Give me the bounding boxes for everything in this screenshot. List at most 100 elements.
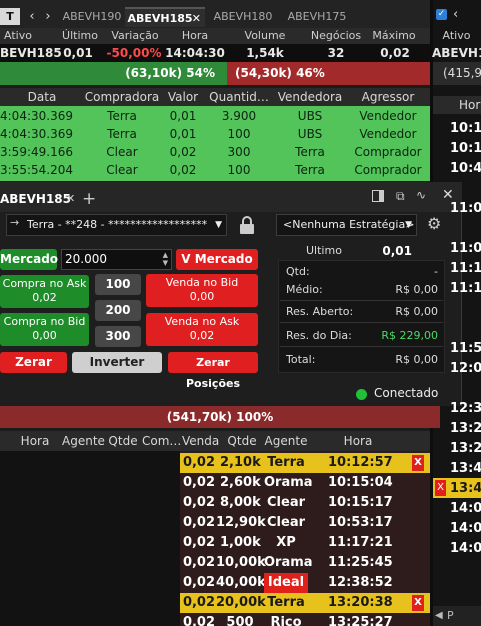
qty-100-button[interactable]: 100	[95, 274, 141, 295]
total-label: Total:	[286, 353, 316, 366]
close-icon[interactable]: ✕	[66, 188, 75, 210]
res-aberto-label: Res. Aberto:	[286, 305, 354, 318]
tab-menu-button[interactable]: T	[0, 8, 20, 25]
trade-quantidade: 3.900	[221, 109, 257, 123]
right-time: 11:1	[450, 281, 481, 296]
stepper-arrows-icon[interactable]: ▲ ▼	[163, 251, 168, 267]
right-chevron-icon[interactable]: ‹	[453, 7, 465, 23]
quote-hora: 14:04:30	[165, 46, 225, 60]
book-qtde: 20,00k	[216, 595, 266, 610]
trade-quantidade: 100	[227, 127, 251, 141]
buy-at-bid-button[interactable]: Compra no Bid 0,00	[0, 313, 89, 346]
book-row[interactable]: 0,02 40,00k Ideal 12:38:52	[180, 573, 430, 593]
tab-abevh175[interactable]: ABEVH175	[281, 7, 353, 27]
zerar-button[interactable]: Zerar	[0, 352, 67, 373]
add-tab-icon[interactable]: +	[82, 188, 96, 210]
book-venda: 0,02	[182, 555, 216, 570]
buy-pressure-label: (63,10k) 54%	[125, 66, 215, 80]
tab-next-button[interactable]: ›	[41, 8, 55, 25]
right-cancel-button[interactable]: X	[435, 480, 446, 496]
buy-at-bid-price: 0,00	[32, 329, 57, 342]
account-value: Terra - **248 - ******************	[27, 218, 208, 231]
gear-icon[interactable]: ⚙	[427, 214, 445, 234]
table-row[interactable]: 4:04:30.369 Terra 0,01 100 UBS Vendedor	[0, 125, 430, 143]
book-agente: Terra	[267, 455, 305, 470]
trade-valor: 0,01	[169, 127, 197, 141]
book-qtde: 12,90k	[216, 515, 266, 530]
col-ativo: Ativo	[4, 29, 32, 42]
trade-data: 3:59:49.166	[0, 145, 73, 159]
qty-200-button[interactable]: 200	[95, 300, 141, 321]
strategy-select[interactable]: <Nenhuma Estratégia> ▼	[276, 214, 417, 236]
qty-300-button[interactable]: 300	[95, 326, 141, 347]
quantity-stepper[interactable]: 20.000 ▲ ▼	[61, 249, 172, 270]
book-row[interactable]: 0,02 10,00k Orama 11:25:45	[180, 553, 430, 573]
sell-at-bid-button[interactable]: Venda no Bid 0,00	[146, 274, 258, 307]
trade-data: 3:55:54.204	[0, 163, 73, 177]
col-variacao: Variação	[111, 29, 159, 42]
cancel-order-button[interactable]: X	[412, 455, 424, 471]
zerar-posicoes-button[interactable]: Zerar Posições	[168, 352, 258, 390]
trade-compradora: Clear	[106, 145, 138, 159]
book-hora: 11:25:45	[328, 555, 393, 570]
right-quote-ativo: ABEVH18	[432, 46, 481, 60]
tab-abevh185[interactable]: ABEVH185 ✕	[125, 7, 205, 27]
inverter-button[interactable]: Inverter	[72, 352, 162, 373]
col-hora: Hora	[181, 29, 209, 42]
book-row[interactable]: 0,02 500 Rico 13:25:27	[180, 613, 430, 626]
cancel-order-button[interactable]: X	[412, 595, 424, 611]
tab-abevh180[interactable]: ABEVH180	[207, 7, 279, 27]
sell-at-ask-button[interactable]: Venda no Ask 0,02	[146, 313, 258, 346]
sell-at-ask-label: Venda no Ask	[164, 315, 240, 328]
close-icon[interactable]: ✕	[192, 9, 201, 29]
last-price-value: 0,01	[382, 244, 412, 258]
right-time: 13:4	[450, 481, 481, 496]
col-negocios: Negócios	[310, 29, 362, 42]
sell-pressure-bar: (54,30k) 46%	[227, 62, 430, 85]
book-row[interactable]: 0,02 8,00k Clear 10:15:17	[180, 493, 430, 513]
quote-negocios: 32	[327, 46, 345, 60]
ticket-tab[interactable]: ABEVH185 ✕	[0, 188, 80, 210]
tab-abevh190[interactable]: ABEVH190	[60, 7, 124, 27]
book-agente: Clear	[267, 515, 305, 530]
book-venda: 0,02	[182, 495, 216, 510]
dock-icon[interactable]	[372, 190, 384, 202]
col-valor: Valor	[167, 90, 199, 104]
book-row[interactable]: 0,02 2,10k Terra 10:12:57 X	[180, 453, 430, 473]
trades-header-bar: Data Compradora Valor Quantid… Vendedora…	[0, 88, 430, 106]
book-hora: 10:12:57	[328, 455, 393, 470]
tab-prev-button[interactable]: ‹	[25, 8, 39, 25]
book-row[interactable]: 0,02 1,00k XP 11:17:21	[180, 533, 430, 553]
col-volume: Volume	[244, 29, 286, 42]
book-hora: 13:25:27	[328, 615, 393, 626]
book-qtde: 40,00k	[216, 575, 266, 590]
book-row[interactable]: 0,02 20,00k Terra 13:20:38 X	[180, 593, 430, 613]
right-hora-label: Hora	[459, 98, 481, 112]
table-row[interactable]: 3:59:49.166 Clear 0,02 300 Terra Comprad…	[0, 143, 430, 161]
lock-icon[interactable]	[240, 216, 254, 234]
sell-market-button[interactable]: V Mercado	[176, 249, 258, 270]
book-agente: Ideal	[264, 573, 308, 593]
detach-icon[interactable]: ⧉	[396, 189, 410, 203]
scroll-left-icon[interactable]: ◀	[435, 606, 443, 626]
buy-market-button[interactable]: Mercado	[0, 249, 58, 270]
col-book-venda: Venda	[182, 434, 220, 448]
book-agente: XP	[276, 535, 296, 550]
buy-at-ask-button[interactable]: Compra no Ask 0,02	[0, 275, 89, 308]
table-row[interactable]: 3:55:54.204 Clear 0,02 100 Terra Comprad…	[0, 161, 430, 179]
table-row[interactable]: 4:04:30.369 Terra 0,01 3.900 UBS Vendedo…	[0, 107, 430, 125]
quantity-value: 20.000	[65, 252, 107, 266]
quote-volume: 1,54k	[246, 46, 284, 60]
col-book-hora: Hora	[20, 434, 50, 448]
account-select[interactable]: Terra - **248 - ****************** ▼	[6, 214, 227, 236]
trade-compradora: Clear	[106, 163, 138, 177]
book-venda: 0,02	[182, 515, 216, 530]
book-venda: 0,02	[182, 535, 216, 550]
book-row[interactable]: 0,02 12,90k Clear 10:53:17	[180, 513, 430, 533]
chart-link-icon[interactable]: ∿	[416, 188, 432, 202]
col-quantidade: Quantid…	[209, 90, 269, 104]
divider	[280, 300, 443, 301]
book-row[interactable]: 0,02 2,60k Orama 10:15:04	[180, 473, 430, 493]
right-checkbox-icon[interactable]: ✓	[436, 9, 447, 20]
col-book-qtde2: Qtde	[227, 434, 257, 448]
